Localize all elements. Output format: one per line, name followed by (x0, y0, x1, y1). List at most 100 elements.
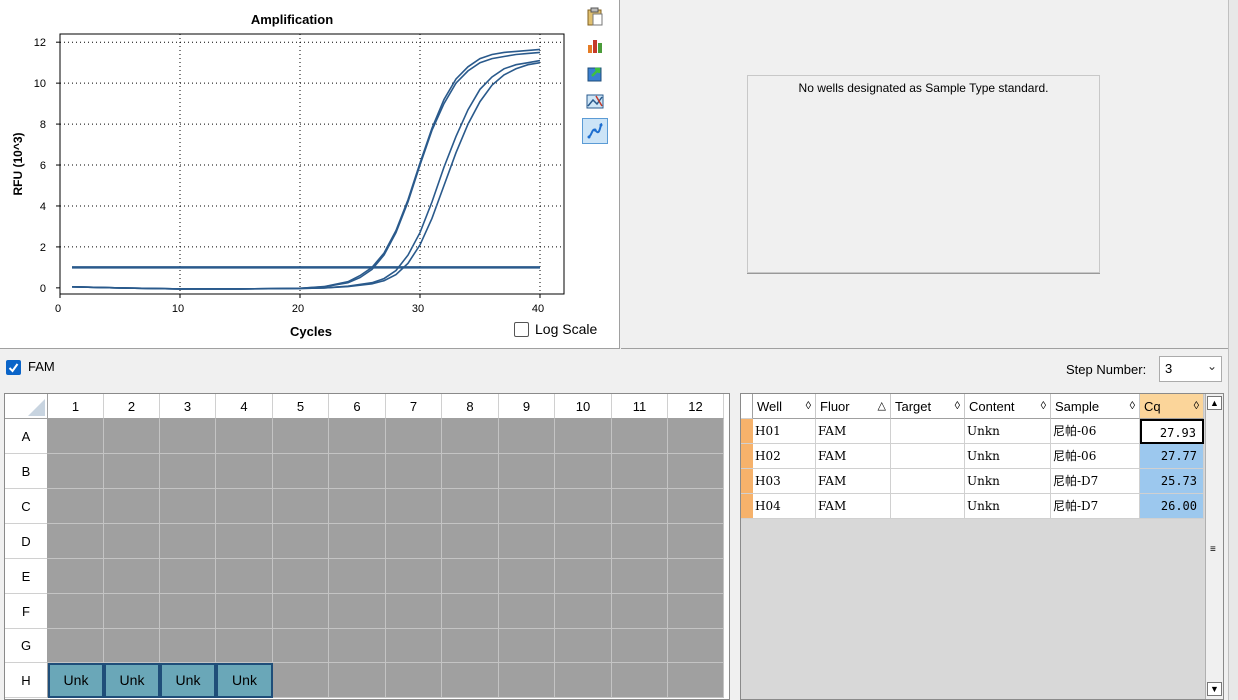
plate-well[interactable] (273, 489, 329, 524)
plate-column-header[interactable]: 10 (555, 394, 612, 419)
plate-well[interactable] (48, 524, 104, 559)
plate-well-unknown[interactable]: Unk (160, 663, 216, 698)
plate-column-header[interactable]: 9 (499, 394, 555, 419)
plate-well[interactable] (386, 454, 442, 489)
plate-well[interactable] (160, 419, 216, 454)
plate-row-header[interactable]: B (5, 454, 48, 489)
plate-well[interactable] (668, 454, 724, 489)
cell-sample[interactable]: 尼帕-06 (1051, 444, 1140, 469)
cell-well[interactable]: H02 (753, 444, 816, 469)
plate-well[interactable] (329, 559, 386, 594)
plate-well[interactable] (329, 663, 386, 698)
plate-well[interactable] (216, 419, 273, 454)
plate-column-header[interactable]: 1 (48, 394, 104, 419)
plate-well[interactable] (612, 594, 668, 629)
plate-well[interactable] (386, 489, 442, 524)
plate-well[interactable] (499, 454, 555, 489)
plate-grid[interactable]: 1 2 3 4 5 6 7 8 9 10 11 12 A B C D E F G H Unk Unk Unk Unk (4, 393, 730, 700)
plate-well[interactable] (499, 559, 555, 594)
plate-well[interactable] (555, 594, 612, 629)
plate-well-unknown[interactable]: Unk (216, 663, 273, 698)
row-selector[interactable] (741, 469, 753, 494)
plate-well[interactable] (499, 663, 555, 698)
header-row-selector[interactable] (741, 394, 753, 419)
plate-well[interactable] (386, 663, 442, 698)
plate-well[interactable] (160, 454, 216, 489)
clipboard-icon[interactable] (582, 4, 608, 30)
cell-sample[interactable]: 尼帕-D7 (1051, 469, 1140, 494)
plate-well[interactable] (273, 594, 329, 629)
plate-well[interactable] (668, 559, 724, 594)
row-selector[interactable] (741, 494, 753, 519)
column-header-cq[interactable]: Cq ◊ (1140, 394, 1204, 419)
plate-well[interactable] (555, 524, 612, 559)
plate-well[interactable] (386, 594, 442, 629)
table-scrollbar[interactable]: ▲ ≡ ▼ (1205, 394, 1223, 699)
plate-column-header[interactable]: 2 (104, 394, 160, 419)
cell-content[interactable]: Unkn (965, 469, 1051, 494)
plate-well[interactable] (442, 559, 499, 594)
plate-well[interactable] (273, 419, 329, 454)
window-scrollbar[interactable] (1228, 0, 1238, 700)
plate-well[interactable] (216, 594, 273, 629)
plate-well[interactable] (329, 524, 386, 559)
plate-column-header[interactable]: 4 (216, 394, 273, 419)
plate-row-header[interactable]: G (5, 629, 48, 663)
plate-well[interactable] (668, 489, 724, 524)
cell-cq[interactable]: 26.00 (1140, 494, 1204, 519)
cell-sample[interactable]: 尼帕-D7 (1051, 494, 1140, 519)
cell-target[interactable] (891, 494, 965, 519)
plate-well[interactable] (612, 524, 668, 559)
plate-well[interactable] (442, 454, 499, 489)
plate-well[interactable] (216, 524, 273, 559)
plate-column-header[interactable]: 7 (386, 394, 442, 419)
plate-well[interactable] (555, 559, 612, 594)
chart-bar-icon[interactable] (582, 32, 608, 58)
plate-well[interactable] (329, 629, 386, 663)
curve-icon[interactable] (582, 118, 608, 144)
plate-well[interactable] (48, 559, 104, 594)
column-header-content[interactable]: Content ◊ (965, 394, 1051, 419)
plate-well[interactable] (160, 524, 216, 559)
column-header-fluor[interactable]: Fluor △ (816, 394, 891, 419)
plate-column-header[interactable]: 8 (442, 394, 499, 419)
plate-well[interactable] (499, 419, 555, 454)
step-number-select[interactable]: 3 ⌄ (1159, 356, 1222, 382)
sort-icon[interactable]: ◊ (806, 394, 811, 418)
plate-well-unknown[interactable]: Unk (48, 663, 104, 698)
plate-well[interactable] (48, 489, 104, 524)
log-scale-toggle[interactable]: Log Scale (514, 321, 597, 337)
plate-well[interactable] (499, 594, 555, 629)
plate-well[interactable] (555, 629, 612, 663)
sort-icon[interactable]: ◊ (955, 394, 960, 418)
sort-icon[interactable]: ◊ (1041, 394, 1046, 418)
plate-well[interactable] (386, 524, 442, 559)
plate-column-header[interactable]: 5 (273, 394, 329, 419)
select-all-corner[interactable] (5, 394, 48, 419)
plate-well[interactable] (499, 489, 555, 524)
plate-well[interactable] (555, 419, 612, 454)
plate-row-header[interactable]: F (5, 594, 48, 629)
cell-cq[interactable]: 27.93 (1140, 419, 1204, 444)
plate-well[interactable] (48, 419, 104, 454)
plate-well[interactable] (216, 454, 273, 489)
plate-well[interactable] (216, 629, 273, 663)
plate-well[interactable] (48, 629, 104, 663)
plate-well[interactable] (104, 559, 160, 594)
plate-well[interactable] (273, 524, 329, 559)
fam-checkbox[interactable] (6, 360, 21, 375)
plate-row-header[interactable]: E (5, 559, 48, 594)
plate-well[interactable] (499, 524, 555, 559)
plate-column-header[interactable]: 12 (668, 394, 724, 419)
plate-row-header[interactable]: D (5, 524, 48, 559)
cell-cq[interactable]: 27.77 (1140, 444, 1204, 469)
plate-well[interactable] (612, 489, 668, 524)
plate-well[interactable] (442, 663, 499, 698)
plate-well[interactable] (273, 559, 329, 594)
plate-well[interactable] (386, 419, 442, 454)
sort-icon[interactable]: ◊ (1130, 394, 1135, 418)
plate-well[interactable] (668, 594, 724, 629)
cell-content[interactable]: Unkn (965, 444, 1051, 469)
plate-well[interactable] (104, 489, 160, 524)
cell-target[interactable] (891, 419, 965, 444)
